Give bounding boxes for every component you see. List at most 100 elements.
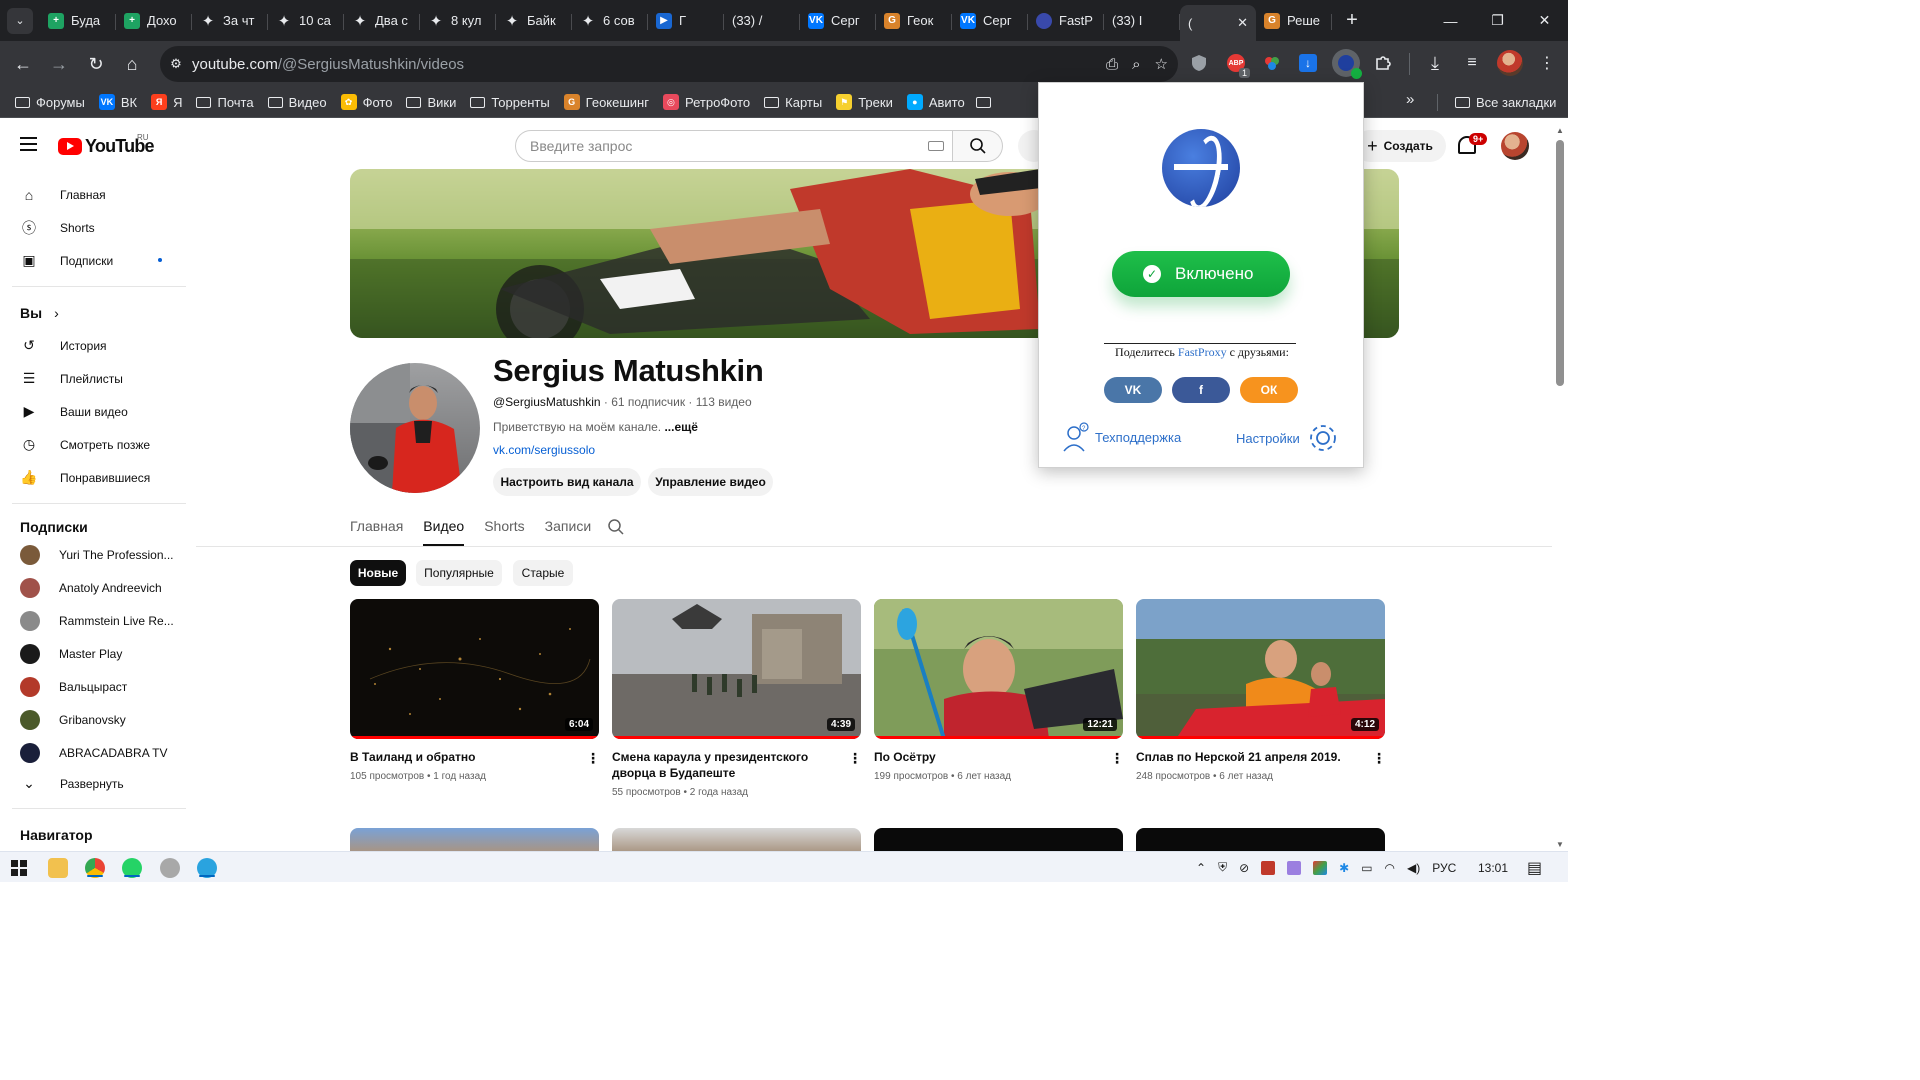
bookmark-item[interactable]: ◎ РетроФото [656, 90, 757, 114]
colorful-extension-icon[interactable] [1260, 51, 1284, 75]
sidebar-item[interactable]: ▣ Подписки [12, 244, 186, 277]
browser-tab[interactable]: G Реше [1256, 5, 1332, 37]
subscription-item[interactable]: ABRACADABRA TV [12, 736, 186, 769]
subscription-item[interactable]: Rammstein Live Re... [12, 604, 186, 637]
profile-avatar[interactable] [1497, 50, 1523, 76]
video-card[interactable]: 4:12 Сплав по Нерской 21 апреля 2019. 248 … [1136, 599, 1386, 782]
app-tray-icon[interactable] [1313, 860, 1328, 875]
new-tab-button[interactable]: + [1338, 9, 1366, 32]
support-link[interactable]: ? Техподдержка [1061, 421, 1181, 453]
tab-search-button[interactable]: ⌄ [7, 7, 33, 34]
channel-search-icon[interactable] [607, 518, 625, 541]
browser-tab[interactable]: G Геок [876, 5, 952, 37]
bookmark-item[interactable]: G Геокешинг [557, 90, 656, 114]
chat-app-icon[interactable] [160, 858, 180, 878]
sidebar-item[interactable]: 👍 Понравившиеся [12, 461, 186, 494]
bookmark-item[interactable]: Форумы [8, 90, 92, 114]
bookmark-item[interactable]: Торренты [463, 90, 556, 114]
site-info-icon[interactable]: ⚙ [160, 56, 192, 72]
input-language[interactable]: РУС [1432, 861, 1456, 875]
bookmark-item[interactable]: Видео [261, 90, 334, 114]
battery-icon[interactable]: ▭ [1361, 861, 1372, 875]
account-avatar[interactable] [1501, 132, 1529, 160]
fastproxy-extension-icon[interactable] [1332, 49, 1362, 79]
browser-tab[interactable]: ✦ 8 кул [420, 5, 496, 37]
sort-chip[interactable]: Новые [350, 560, 406, 586]
bookmark-item[interactable]: VK ВК [92, 90, 144, 114]
video-card[interactable]: 6:04 В Таиланд и обратно 105 просмотров • … [350, 599, 600, 782]
keyboard-icon[interactable] [928, 141, 944, 151]
search-input[interactable]: Введите запрос [515, 130, 953, 162]
browser-tab[interactable]: + Буда [40, 5, 116, 37]
video-thumbnail[interactable]: 12:21 [874, 599, 1123, 739]
video-menu-icon[interactable]: ⋮ [1372, 751, 1386, 765]
browser-tab[interactable]: VK Серг [952, 5, 1028, 37]
description-more[interactable]: ...ещё [664, 420, 697, 434]
settings-link[interactable]: Настройки [1236, 421, 1340, 455]
browser-menu-icon[interactable]: ⋮ [1535, 51, 1559, 75]
browser-tab[interactable]: ✦ 10 са [268, 5, 344, 37]
back-button[interactable]: ← [5, 46, 41, 82]
search-button[interactable] [953, 130, 1003, 162]
video-thumbnail-next[interactable] [874, 828, 1123, 851]
guide-menu-icon[interactable] [20, 137, 37, 151]
browser-tab[interactable]: ▶(33) I [1104, 5, 1180, 37]
channel-description[interactable]: Приветствую на моём канале. ...ещё [493, 420, 698, 434]
address-bar[interactable]: ⚙ youtube.com /@SergiusMatushkin/videos … [160, 46, 1178, 82]
extensions-puzzle-icon[interactable] [1371, 51, 1395, 75]
video-thumbnail[interactable]: 4:39 [612, 599, 861, 739]
close-tab-icon[interactable]: ✕ [1237, 15, 1248, 31]
subscription-item[interactable]: Gribanovsky [12, 703, 186, 736]
video-menu-icon[interactable]: ⋮ [1110, 751, 1124, 765]
bluetooth-icon[interactable]: ✱ [1339, 861, 1349, 875]
video-title[interactable]: Сплав по Нерской 21 апреля 2019. [1136, 749, 1358, 765]
bookmark-item[interactable]: Карты [757, 90, 829, 114]
file-explorer-icon[interactable] [48, 858, 68, 878]
chrome-taskbar-icon[interactable] [85, 858, 105, 878]
minimize-button[interactable]: — [1427, 0, 1474, 41]
sidebar-item[interactable]: ☰ Плейлисты [12, 362, 186, 395]
video-card[interactable]: 4:39 Смена караула у президентского дворц… [612, 599, 862, 798]
odnoklassniki-share-button[interactable]: ОК [1240, 377, 1298, 403]
volume-icon[interactable]: ◀) [1407, 861, 1420, 875]
bookmark-item[interactable]: ⚑ Треки [829, 90, 900, 114]
maximize-button[interactable]: ❐ [1474, 0, 1521, 41]
page-scrollbar[interactable]: ▲ ▼ [1552, 118, 1568, 851]
browser-tab[interactable]: ▶(33) / [724, 5, 800, 37]
sort-chip[interactable]: Популярные [416, 560, 502, 586]
vk-share-button[interactable]: VK [1104, 377, 1162, 403]
subscription-item[interactable]: Yuri The Profession... [12, 538, 186, 571]
sidebar-item[interactable]: ↺ История [12, 329, 186, 362]
video-thumbnail-next[interactable] [350, 828, 599, 851]
manage-videos-button[interactable]: Управление видео [648, 468, 773, 496]
sidebar-item[interactable]: ▶ Ваши видео [12, 395, 186, 428]
media-control-icon[interactable]: ≡ [1460, 51, 1484, 75]
sidebar-you-header[interactable]: Вы › [12, 296, 186, 329]
browser-tab[interactable]: ▶ Г [648, 5, 724, 37]
browser-tab[interactable]: ✦ 6 сов [572, 5, 648, 37]
home-button[interactable]: ⌂ [114, 46, 150, 82]
telegram-icon[interactable] [197, 858, 217, 878]
browser-tab[interactable]: VK Серг [800, 5, 876, 37]
video-thumbnail[interactable]: 6:04 [350, 599, 599, 739]
video-title[interactable]: Смена караула у президентского дворца в … [612, 749, 834, 781]
bookmark-item[interactable]: Вики [399, 90, 463, 114]
notifications-icon[interactable]: ▤ [1527, 852, 1542, 882]
browser-tab[interactable]: FastP [1028, 5, 1104, 37]
wifi-icon[interactable]: ◠ [1385, 861, 1395, 875]
video-menu-icon[interactable]: ⋮ [586, 751, 600, 765]
sidebar-item[interactable]: ◷ Смотреть позже [12, 428, 186, 461]
video-thumbnail-next[interactable] [1136, 828, 1385, 851]
tray-expand-icon[interactable]: ⌃ [1196, 861, 1206, 875]
scrollbar-thumb[interactable] [1556, 140, 1564, 386]
video-menu-icon[interactable]: ⋮ [848, 751, 862, 765]
download-extension-icon[interactable]: ↓ [1296, 51, 1320, 75]
subscription-item[interactable]: Вальцыраст [12, 670, 186, 703]
channel-link[interactable]: vk.com/sergiussolo [493, 443, 595, 457]
sidebar-item[interactable]: ⌂ Главная [12, 178, 186, 211]
channel-tab[interactable]: Видео [423, 518, 465, 546]
browser-tab[interactable]: ✦ Два с [344, 5, 420, 37]
create-button[interactable]: + Создать [1354, 130, 1446, 162]
whatsapp-icon[interactable] [122, 858, 142, 878]
app-tray-icon[interactable] [1261, 860, 1276, 875]
